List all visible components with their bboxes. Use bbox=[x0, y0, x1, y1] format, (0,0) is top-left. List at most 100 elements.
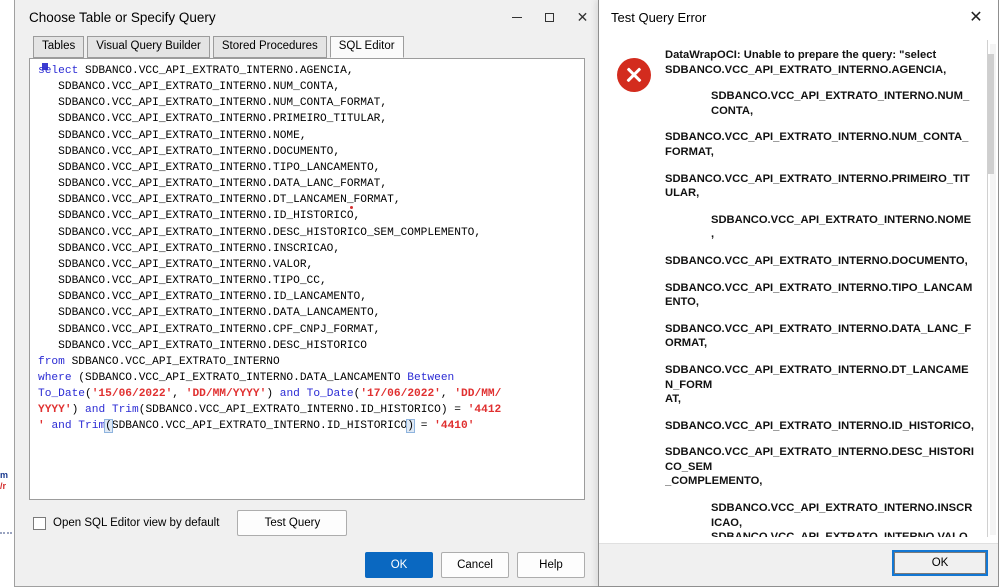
choose-table-dialog: Choose Table or Specify Query ✕ Tables V… bbox=[14, 0, 600, 587]
help-button[interactable]: Help bbox=[517, 552, 585, 578]
sql-token: SDBANCO.VCC_API_EXTRATO_INTERNO.DT_LANCA… bbox=[38, 194, 401, 207]
sql-token: SDBANCO.VCC_API_EXTRATO_INTERNO.CPF_CNPJ… bbox=[38, 323, 381, 336]
background-left-text-fragments: m /r bbox=[0, 470, 14, 540]
sql-token: SDBANCO.VCC_API_EXTRATO_INTERNO.DATA_LAN… bbox=[38, 307, 381, 320]
sql-line: SDBANCO.VCC_API_EXTRATO_INTERNO.DATA_LAN… bbox=[38, 305, 582, 321]
sql-line: SDBANCO.VCC_API_EXTRATO_INTERNO.DESC_HIS… bbox=[38, 338, 582, 354]
sql-token: (SDBANCO.VCC_API_EXTRATO_INTERNO.DATA_LA… bbox=[78, 371, 408, 384]
sql-token: Trim bbox=[111, 404, 139, 417]
error-scrollbar-thumb[interactable] bbox=[988, 54, 994, 174]
sql-line: select SDBANCO.VCC_API_EXTRATO_INTERNO.A… bbox=[38, 63, 582, 79]
maximize-button[interactable] bbox=[533, 0, 566, 34]
sql-line: SDBANCO.VCC_API_EXTRATO_INTERNO.NOME, bbox=[38, 128, 582, 144]
sql-token: 'DD/MM/ bbox=[454, 388, 502, 401]
sql-token: = bbox=[414, 420, 435, 433]
tab-tables[interactable]: Tables bbox=[33, 36, 85, 58]
checkbox-label: Open SQL Editor view by default bbox=[53, 517, 220, 529]
sql-token: , bbox=[440, 388, 455, 401]
sql-token: SDBANCO.VCC_API_EXTRATO_INTERNO.DESC_HIS… bbox=[38, 339, 367, 352]
sql-token: SDBANCO.VCC_API_EXTRATO_INTERNO.DOCUMENT… bbox=[38, 145, 341, 158]
sql-token: '4412 bbox=[467, 404, 502, 417]
tab-bar: Tables Visual Query Builder Stored Proce… bbox=[15, 34, 599, 58]
sql-line: SDBANCO.VCC_API_EXTRATO_INTERNO.NUM_CONT… bbox=[38, 79, 582, 95]
minimize-icon bbox=[511, 16, 522, 18]
dialog-footer: Open SQL Editor view by default Test Que… bbox=[15, 500, 599, 586]
sql-token: ( bbox=[85, 388, 92, 401]
sql-token: Between bbox=[407, 371, 455, 384]
error-paragraph: DataWrapOCI: Unable to prepare the query… bbox=[665, 49, 947, 76]
sql-token: where bbox=[38, 371, 79, 384]
sql-token: SDBANCO.VCC_API_EXTRATO_INTERNO.NOME, bbox=[38, 129, 307, 142]
sql-token: SDBANCO.VCC_API_EXTRATO_INTERNO.TIPO_LAN… bbox=[38, 161, 381, 174]
sql-token: SDBANCO.VCC_API_EXTRATO_INTERNO.ID_HISTO… bbox=[38, 210, 361, 223]
sql-line: ' and Trim(SDBANCO.VCC_API_EXTRATO_INTER… bbox=[38, 418, 582, 434]
tab-visual-query-builder[interactable]: Visual Query Builder bbox=[87, 36, 210, 58]
tab-sql-editor[interactable]: SQL Editor bbox=[329, 36, 404, 58]
screen-root: m /r KT Choose Table or Specify Query bbox=[0, 0, 999, 587]
sql-line: SDBANCO.VCC_API_EXTRATO_INTERNO.TIPO_CC, bbox=[38, 273, 582, 289]
error-paragraph: SDBANCO.VCC_API_EXTRATO_INTERNO.NOME, bbox=[711, 213, 972, 241]
sql-line: SDBANCO.VCC_API_EXTRATO_INTERNO.VALOR, bbox=[38, 257, 582, 273]
error-dialog-close-button[interactable]: ✕ bbox=[954, 0, 998, 34]
red-marker-dot bbox=[350, 206, 353, 209]
sql-line: YYYY') and Trim(SDBANCO.VCC_API_EXTRATO_… bbox=[38, 402, 582, 418]
footer-options-row: Open SQL Editor view by default Test Que… bbox=[33, 510, 585, 536]
sql-token: ' bbox=[38, 420, 52, 433]
sql-line: from SDBANCO.VCC_API_EXTRATO_INTERNO bbox=[38, 354, 582, 370]
sql-token: To_Date bbox=[38, 388, 85, 401]
sql-line: SDBANCO.VCC_API_EXTRATO_INTERNO.CPF_CNPJ… bbox=[38, 322, 582, 338]
sql-editor-panel[interactable]: select SDBANCO.VCC_API_EXTRATO_INTERNO.A… bbox=[29, 58, 585, 500]
error-scrollbar-track[interactable] bbox=[988, 44, 996, 535]
dialog-body: select SDBANCO.VCC_API_EXTRATO_INTERNO.A… bbox=[15, 58, 599, 500]
error-dialog-content: DataWrapOCI: Unable to prepare the query… bbox=[599, 34, 998, 543]
error-dialog-titlebar: Test Query Error ✕ bbox=[599, 0, 998, 34]
sql-token: SDBANCO.VCC_API_EXTRATO_INTERNO.NUM_CONT… bbox=[38, 81, 341, 94]
error-paragraph: SDBANCO.VCC_API_EXTRATO_INTERNO.DESC_HIS… bbox=[665, 446, 974, 488]
sql-token: ) bbox=[71, 404, 86, 417]
dialog-titlebar: Choose Table or Specify Query ✕ bbox=[15, 0, 599, 34]
maximize-icon bbox=[545, 12, 554, 22]
error-paragraph: SDBANCO.VCC_API_EXTRATO_INTERNO.ID_HISTO… bbox=[665, 419, 974, 432]
error-circle-x-icon bbox=[617, 58, 651, 92]
page-title: Choose Table or Specify Query bbox=[29, 9, 216, 25]
sql-line: SDBANCO.VCC_API_EXTRATO_INTERNO.DOCUMENT… bbox=[38, 144, 582, 160]
sql-token: SDBANCO.VCC_API_EXTRATO_INTERNO.AGENCIA, bbox=[85, 65, 354, 77]
sql-editor-textarea[interactable]: select SDBANCO.VCC_API_EXTRATO_INTERNO.A… bbox=[38, 63, 582, 497]
sql-token: ) bbox=[266, 388, 280, 401]
sql-token: (SDBANCO.VCC_API_EXTRATO_INTERNO.ID_HIST… bbox=[138, 404, 468, 417]
sql-token: ) bbox=[406, 419, 415, 434]
sql-line: SDBANCO.VCC_API_EXTRATO_INTERNO.DATA_LAN… bbox=[38, 176, 582, 192]
sql-token: SDBANCO.VCC_API_EXTRATO_INTERNO.ID_LANCA… bbox=[38, 291, 367, 304]
sql-line: SDBANCO.VCC_API_EXTRATO_INTERNO.ID_LANCA… bbox=[38, 289, 582, 305]
sql-token: YYYY' bbox=[38, 404, 72, 417]
sql-line: To_Date('15/06/2022', 'DD/MM/YYYY') and … bbox=[38, 386, 582, 402]
sql-token: and bbox=[279, 388, 307, 401]
sql-line: SDBANCO.VCC_API_EXTRATO_INTERNO.PRIMEIRO… bbox=[38, 111, 582, 127]
test-query-button[interactable]: Test Query bbox=[237, 510, 348, 536]
ok-button[interactable]: OK bbox=[365, 552, 433, 578]
minimize-button[interactable] bbox=[500, 0, 533, 34]
checkbox-box-icon[interactable] bbox=[33, 516, 46, 530]
sql-token: '15/06/2022' bbox=[91, 388, 173, 401]
error-ok-button[interactable]: OK bbox=[892, 550, 988, 576]
tab-stored-procedures[interactable]: Stored Procedures bbox=[212, 36, 327, 58]
error-paragraph: SDBANCO.VCC_API_EXTRATO_INTERNO.DOCUMENT… bbox=[665, 254, 968, 267]
sql-line: SDBANCO.VCC_API_EXTRATO_INTERNO.DESC_HIS… bbox=[38, 225, 582, 241]
error-paragraph: SDBANCO.VCC_API_EXTRATO_INTERNO.NUM_CONT… bbox=[711, 90, 970, 117]
close-button[interactable]: ✕ bbox=[566, 0, 599, 34]
sql-line: SDBANCO.VCC_API_EXTRATO_INTERNO.INSCRICA… bbox=[38, 241, 582, 257]
sql-token: SDBANCO.VCC_API_EXTRATO_INTERNO.TIPO_CC, bbox=[38, 275, 327, 288]
error-paragraph: SDBANCO.VCC_API_EXTRATO_INTERNO.DATA_LAN… bbox=[665, 322, 972, 350]
sql-line: SDBANCO.VCC_API_EXTRATO_INTERNO.ID_HISTO… bbox=[38, 208, 582, 224]
open-sql-editor-default-checkbox[interactable]: Open SQL Editor view by default bbox=[33, 516, 220, 530]
sql-token: , bbox=[172, 388, 186, 401]
sql-token: and bbox=[85, 404, 112, 417]
sql-token: '4410' bbox=[434, 420, 475, 433]
error-message-text: DataWrapOCI: Unable to prepare the query… bbox=[665, 48, 986, 537]
cancel-button[interactable]: Cancel bbox=[441, 552, 509, 578]
close-icon: ✕ bbox=[576, 9, 589, 25]
sql-token: '17/06/2022' bbox=[360, 388, 441, 401]
background-left-strip: m /r bbox=[0, 0, 14, 587]
sql-line: SDBANCO.VCC_API_EXTRATO_INTERNO.NUM_CONT… bbox=[38, 95, 582, 111]
close-icon: ✕ bbox=[969, 9, 983, 26]
